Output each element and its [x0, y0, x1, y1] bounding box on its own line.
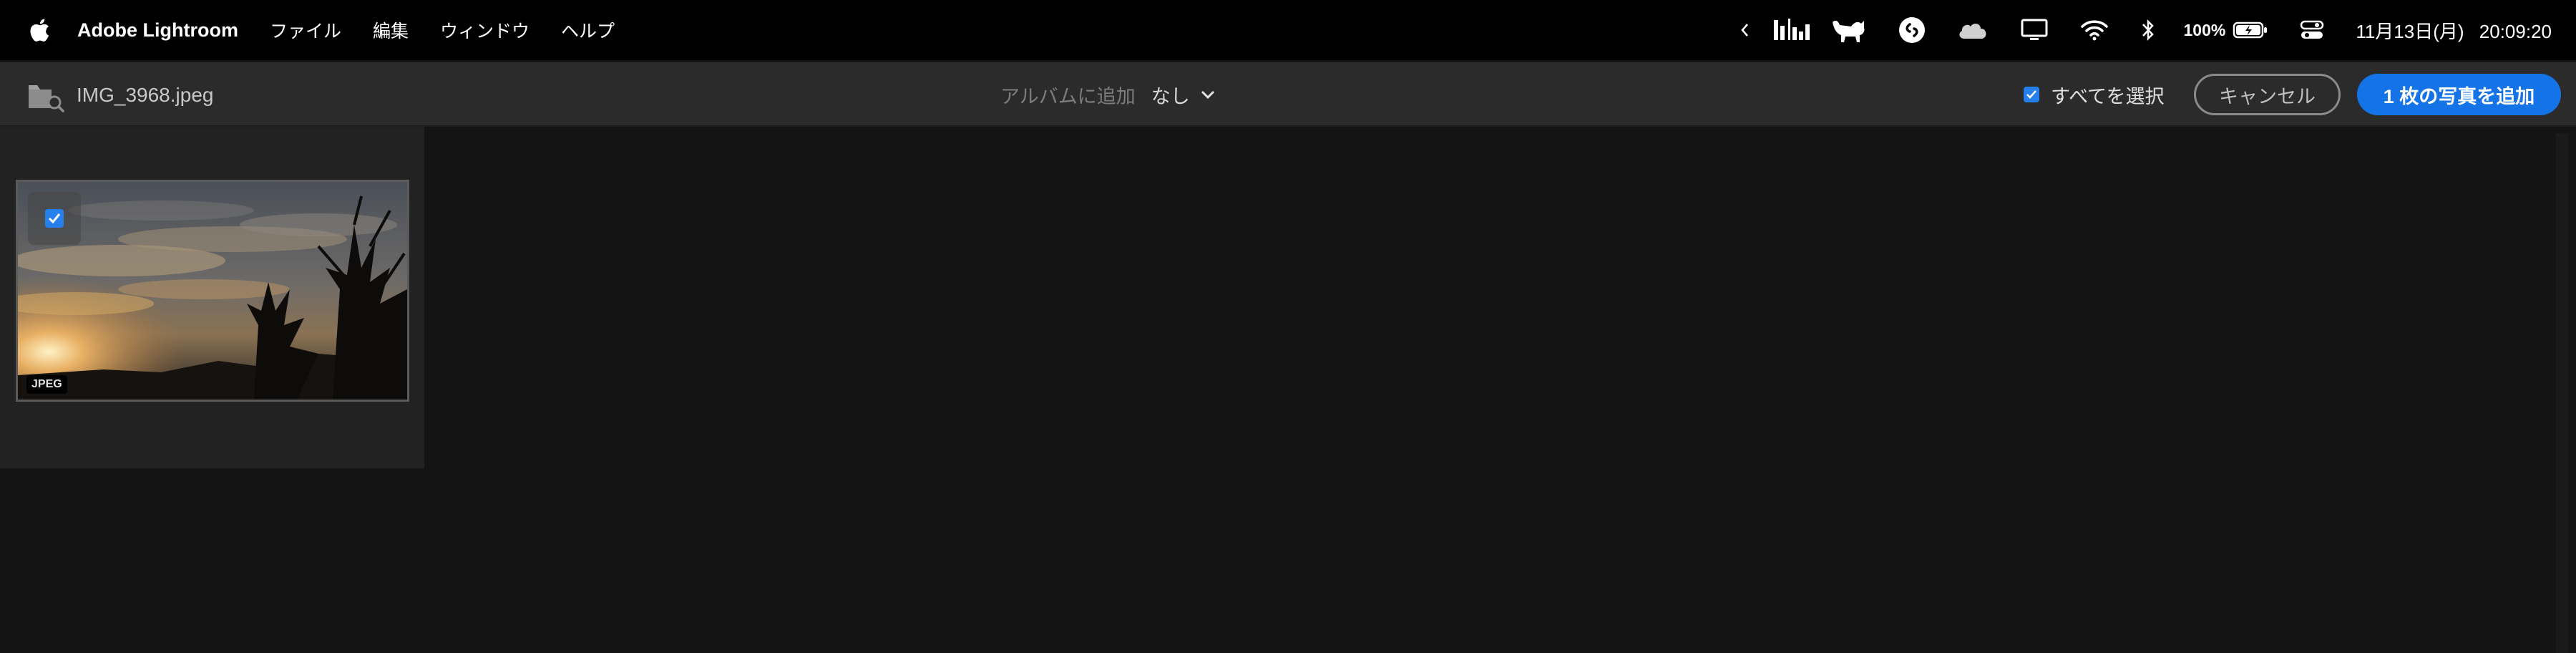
chevron-left-icon[interactable]: [1740, 0, 1750, 60]
shazam-icon[interactable]: [1898, 0, 1926, 60]
wifi-icon[interactable]: [2080, 0, 2109, 60]
folder-search-icon[interactable]: [27, 79, 64, 112]
apple-icon[interactable]: [29, 17, 52, 43]
display-icon[interactable]: [2020, 0, 2049, 60]
menu-bar: Adobe Lightroom ファイル 編集 ウィンドウ ヘルプ 100% 1…: [0, 0, 2576, 60]
menu-file[interactable]: ファイル: [270, 17, 341, 43]
source-filename: IMG_3968.jpeg: [77, 84, 214, 106]
thumbnail-select-area[interactable]: [28, 192, 81, 245]
photo-thumbnail[interactable]: JPEG: [16, 180, 409, 402]
album-label: アルバムに追加: [1000, 85, 1136, 107]
photo-grid: JPEG: [0, 127, 424, 468]
clock[interactable]: 11月13日(月) 20:09:20: [2356, 17, 2552, 44]
menu-help[interactable]: ヘルプ: [561, 17, 615, 43]
bluetooth-icon[interactable]: [2140, 0, 2156, 60]
status-tray: 100% 11月13日(月) 20:09:20: [1740, 0, 2576, 60]
select-all[interactable]: すべてを選択: [2024, 82, 2165, 107]
menu-edit[interactable]: 編集: [373, 17, 409, 43]
cancel-button[interactable]: キャンセル: [2194, 74, 2341, 115]
control-center-icon[interactable]: [2300, 0, 2324, 60]
battery-icon[interactable]: [2233, 0, 2268, 60]
select-all-checkbox[interactable]: [2024, 87, 2039, 102]
stats-bars-icon[interactable]: [1772, 0, 1813, 60]
import-toolbar: IMG_3968.jpeg アルバムに追加 なし すべてを選択 キャンセル 1 …: [0, 62, 2576, 127]
app-name-menu[interactable]: Adobe Lightroom: [77, 19, 238, 42]
select-all-label[interactable]: すべてを選択: [2051, 81, 2165, 109]
thumbnail-checkbox[interactable]: [45, 209, 64, 228]
file-type-badge: JPEG: [26, 375, 67, 394]
chevron-down-icon[interactable]: [1200, 90, 1216, 100]
clock-time: 20:09:20: [2479, 20, 2552, 42]
scrollbar[interactable]: [2556, 133, 2569, 653]
cloud-icon[interactable]: [1957, 0, 1989, 60]
add-photos-button[interactable]: 1 枚の写真を追加: [2357, 74, 2561, 115]
menu-window[interactable]: ウィンドウ: [440, 17, 530, 43]
add-to-album-dropdown[interactable]: アルバムに追加 なし: [1000, 82, 1216, 107]
album-value[interactable]: なし: [1151, 81, 1190, 109]
clock-date: 11月13日(月): [2356, 20, 2464, 42]
battery-percent: 100%: [2183, 20, 2226, 39]
cat-icon[interactable]: [1830, 0, 1867, 60]
